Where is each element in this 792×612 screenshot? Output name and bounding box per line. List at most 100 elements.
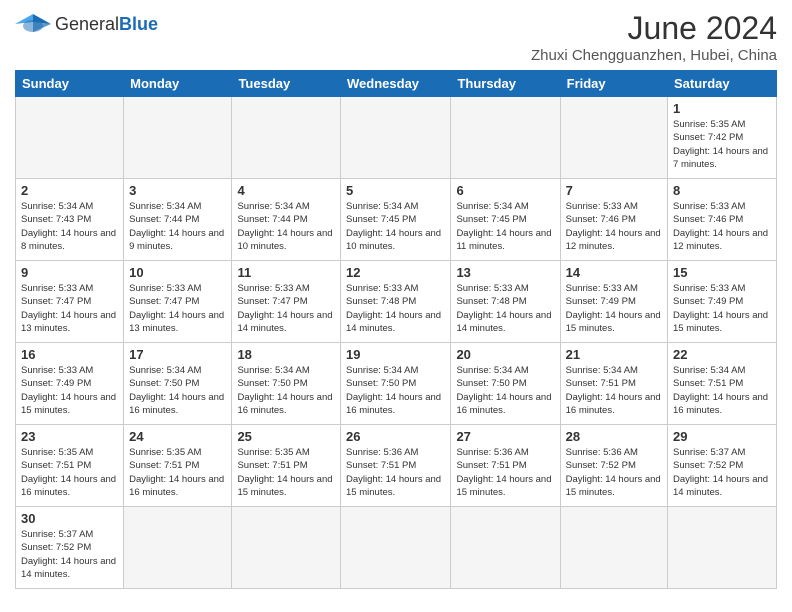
day-cell: 8Sunrise: 5:33 AM Sunset: 7:46 PM Daylig…: [668, 179, 777, 261]
day-cell: 10 Sunrise: 5:33 AM Sunset: 7:47 PM Dayli…: [124, 261, 232, 343]
day-info: Sunrise: 5:33 AM Sunset: 7:48 PM Dayligh…: [346, 282, 445, 335]
day-number: 15: [673, 265, 771, 280]
header-wednesday: Wednesday: [341, 71, 451, 97]
week-row-0: 1 Sunrise: 5:35 AM Sunset: 7:42 PM Daylig…: [16, 97, 777, 179]
location-subtitle: Zhuxi Chengguanzhen, Hubei, China: [531, 47, 777, 64]
logo-text: GeneralBlue: [55, 15, 158, 33]
day-info: Sunrise: 5:37 AM Sunset: 7:52 PM Dayligh…: [21, 528, 118, 581]
day-info: Sunrise: 5:33 AM Sunset: 7:49 PM Dayligh…: [673, 282, 771, 335]
day-number: 28: [566, 429, 662, 444]
day-cell: 12 Sunrise: 5:33 AM Sunset: 7:48 PM Dayli…: [341, 261, 451, 343]
day-cell: 1 Sunrise: 5:35 AM Sunset: 7:42 PM Daylig…: [668, 97, 777, 179]
day-number: 1: [673, 101, 771, 116]
day-cell: [16, 97, 124, 179]
day-number: 4: [237, 183, 335, 198]
header-tuesday: Tuesday: [232, 71, 341, 97]
day-info: Sunrise: 5:34 AM Sunset: 7:43 PM Dayligh…: [21, 200, 118, 253]
day-cell: 24Sunrise: 5:35 AM Sunset: 7:51 PM Dayli…: [124, 425, 232, 507]
day-cell: [560, 507, 667, 589]
calendar-table: Sunday Monday Tuesday Wednesday Thursday…: [15, 70, 777, 589]
week-row-4: 23Sunrise: 5:35 AM Sunset: 7:51 PM Dayli…: [16, 425, 777, 507]
day-info: Sunrise: 5:34 AM Sunset: 7:45 PM Dayligh…: [456, 200, 554, 253]
week-row-3: 16Sunrise: 5:33 AM Sunset: 7:49 PM Dayli…: [16, 343, 777, 425]
day-cell: [341, 97, 451, 179]
weekday-header-row: Sunday Monday Tuesday Wednesday Thursday…: [16, 71, 777, 97]
header-monday: Monday: [124, 71, 232, 97]
month-year-title: June 2024: [531, 10, 777, 47]
logo: GeneralBlue: [15, 10, 158, 38]
day-number: 10: [129, 265, 226, 280]
day-number: 14: [566, 265, 662, 280]
day-number: 12: [346, 265, 445, 280]
day-cell: 5Sunrise: 5:34 AM Sunset: 7:45 PM Daylig…: [341, 179, 451, 261]
day-info: Sunrise: 5:33 AM Sunset: 7:47 PM Dayligh…: [21, 282, 118, 335]
day-cell: 17 Sunrise: 5:34 AM Sunset: 7:50 PM Dayli…: [124, 343, 232, 425]
day-number: 17: [129, 347, 226, 362]
day-info: Sunrise: 5:34 AM Sunset: 7:50 PM Dayligh…: [346, 364, 445, 417]
day-number: 11: [237, 265, 335, 280]
day-info: Sunrise: 5:36 AM Sunset: 7:51 PM Dayligh…: [346, 446, 445, 499]
day-info: Sunrise: 5:33 AM Sunset: 7:47 PM Dayligh…: [129, 282, 226, 335]
day-info: Sunrise: 5:36 AM Sunset: 7:51 PM Dayligh…: [456, 446, 554, 499]
day-cell: 2Sunrise: 5:34 AM Sunset: 7:43 PM Daylig…: [16, 179, 124, 261]
day-cell: 30Sunrise: 5:37 AM Sunset: 7:52 PM Dayli…: [16, 507, 124, 589]
day-info: Sunrise: 5:34 AM Sunset: 7:51 PM Dayligh…: [673, 364, 771, 417]
header-sunday: Sunday: [16, 71, 124, 97]
logo-icon: [15, 10, 51, 38]
day-number: 9: [21, 265, 118, 280]
day-cell: [124, 507, 232, 589]
day-cell: 27Sunrise: 5:36 AM Sunset: 7:51 PM Dayli…: [451, 425, 560, 507]
page-container: GeneralBlue June 2024 Zhuxi Chengguanzhe…: [15, 10, 777, 589]
title-block: June 2024 Zhuxi Chengguanzhen, Hubei, Ch…: [531, 10, 777, 64]
day-cell: [560, 97, 667, 179]
day-cell: 6 Sunrise: 5:34 AM Sunset: 7:45 PM Daylig…: [451, 179, 560, 261]
week-row-1: 2Sunrise: 5:34 AM Sunset: 7:43 PM Daylig…: [16, 179, 777, 261]
day-info: Sunrise: 5:33 AM Sunset: 7:48 PM Dayligh…: [456, 282, 554, 335]
day-cell: 21Sunrise: 5:34 AM Sunset: 7:51 PM Dayli…: [560, 343, 667, 425]
day-cell: 15 Sunrise: 5:33 AM Sunset: 7:49 PM Dayli…: [668, 261, 777, 343]
day-info: Sunrise: 5:35 AM Sunset: 7:51 PM Dayligh…: [21, 446, 118, 499]
day-cell: 16Sunrise: 5:33 AM Sunset: 7:49 PM Dayli…: [16, 343, 124, 425]
day-number: 19: [346, 347, 445, 362]
day-cell: 28 Sunrise: 5:36 AM Sunset: 7:52 PM Dayli…: [560, 425, 667, 507]
day-info: Sunrise: 5:34 AM Sunset: 7:50 PM Dayligh…: [237, 364, 335, 417]
day-cell: 4Sunrise: 5:34 AM Sunset: 7:44 PM Daylig…: [232, 179, 341, 261]
day-info: Sunrise: 5:34 AM Sunset: 7:51 PM Dayligh…: [566, 364, 662, 417]
day-cell: 18 Sunrise: 5:34 AM Sunset: 7:50 PM Dayli…: [232, 343, 341, 425]
day-cell: [451, 97, 560, 179]
day-number: 22: [673, 347, 771, 362]
day-cell: [124, 97, 232, 179]
header-saturday: Saturday: [668, 71, 777, 97]
day-cell: 9 Sunrise: 5:33 AM Sunset: 7:47 PM Daylig…: [16, 261, 124, 343]
day-cell: 25 Sunrise: 5:35 AM Sunset: 7:51 PM Dayli…: [232, 425, 341, 507]
day-cell: [668, 507, 777, 589]
day-cell: 11 Sunrise: 5:33 AM Sunset: 7:47 PM Dayli…: [232, 261, 341, 343]
day-cell: 26Sunrise: 5:36 AM Sunset: 7:51 PM Dayli…: [341, 425, 451, 507]
header-thursday: Thursday: [451, 71, 560, 97]
week-row-2: 9 Sunrise: 5:33 AM Sunset: 7:47 PM Daylig…: [16, 261, 777, 343]
day-info: Sunrise: 5:36 AM Sunset: 7:52 PM Dayligh…: [566, 446, 662, 499]
day-info: Sunrise: 5:33 AM Sunset: 7:47 PM Dayligh…: [237, 282, 335, 335]
day-cell: 22 Sunrise: 5:34 AM Sunset: 7:51 PM Dayli…: [668, 343, 777, 425]
day-cell: 14Sunrise: 5:33 AM Sunset: 7:49 PM Dayli…: [560, 261, 667, 343]
day-cell: 3Sunrise: 5:34 AM Sunset: 7:44 PM Daylig…: [124, 179, 232, 261]
day-info: Sunrise: 5:37 AM Sunset: 7:52 PM Dayligh…: [673, 446, 771, 499]
day-info: Sunrise: 5:35 AM Sunset: 7:42 PM Dayligh…: [673, 118, 771, 171]
day-info: Sunrise: 5:33 AM Sunset: 7:46 PM Dayligh…: [566, 200, 662, 253]
week-row-5: 30Sunrise: 5:37 AM Sunset: 7:52 PM Dayli…: [16, 507, 777, 589]
day-info: Sunrise: 5:35 AM Sunset: 7:51 PM Dayligh…: [237, 446, 335, 499]
day-number: 25: [237, 429, 335, 444]
day-info: Sunrise: 5:33 AM Sunset: 7:46 PM Dayligh…: [673, 200, 771, 253]
day-number: 29: [673, 429, 771, 444]
day-info: Sunrise: 5:34 AM Sunset: 7:50 PM Dayligh…: [129, 364, 226, 417]
day-cell: 7 Sunrise: 5:33 AM Sunset: 7:46 PM Daylig…: [560, 179, 667, 261]
day-cell: 29 Sunrise: 5:37 AM Sunset: 7:52 PM Dayli…: [668, 425, 777, 507]
day-number: 24: [129, 429, 226, 444]
day-number: 6: [456, 183, 554, 198]
day-cell: 13Sunrise: 5:33 AM Sunset: 7:48 PM Dayli…: [451, 261, 560, 343]
day-number: 5: [346, 183, 445, 198]
day-number: 16: [21, 347, 118, 362]
day-number: 3: [129, 183, 226, 198]
day-number: 18: [237, 347, 335, 362]
day-number: 7: [566, 183, 662, 198]
